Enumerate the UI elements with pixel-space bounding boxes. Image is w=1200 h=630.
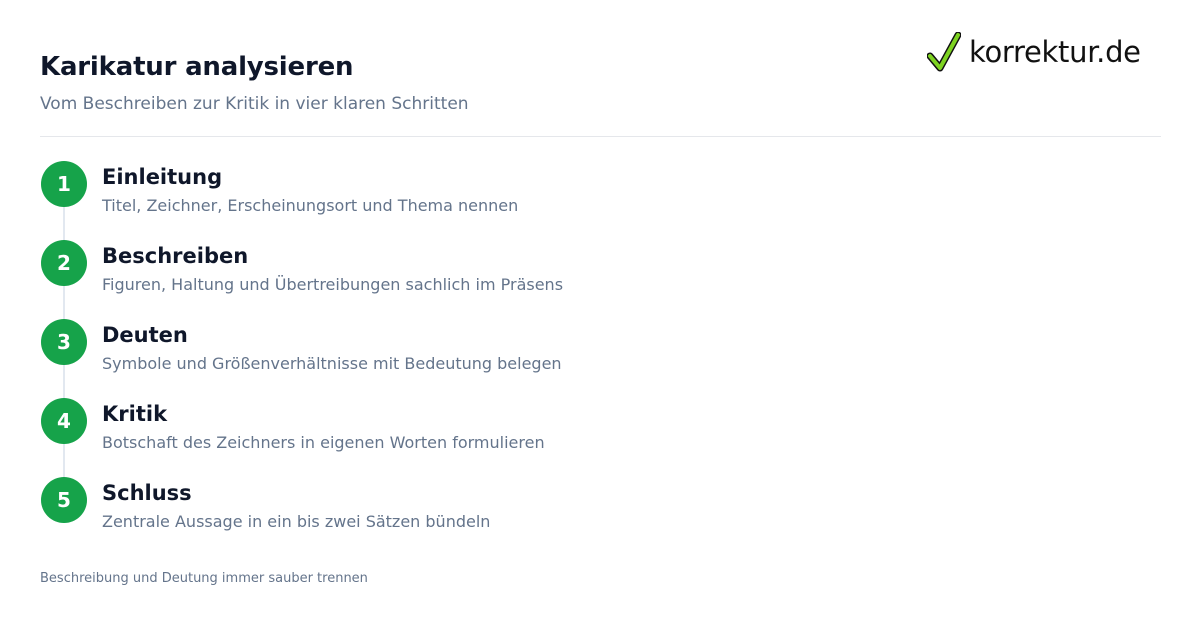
step-description: Figuren, Haltung und Übertreibungen sach… [102, 275, 564, 294]
page-title: Karikatur analysieren [40, 52, 354, 82]
step-description: Zentrale Aussage in ein bis zwei Sätzen … [102, 512, 491, 531]
step-title: Schluss [102, 481, 192, 505]
step-3: 3 Deuten Symbole und Größenverhältnisse … [40, 319, 1140, 383]
step-title: Deuten [102, 323, 188, 347]
step-title: Kritik [102, 402, 168, 426]
step-number-badge: 2 [41, 240, 87, 286]
page-subtitle: Vom Beschreiben zur Kritik in vier klare… [40, 94, 469, 114]
step-number-badge: 4 [41, 398, 87, 444]
brand-name: korrektur.de [969, 35, 1141, 69]
step-title: Beschreiben [102, 244, 249, 268]
footer-note: Beschreibung und Deutung immer sauber tr… [40, 571, 368, 586]
brand-logo[interactable]: korrektur.de [927, 30, 1141, 74]
step-description: Symbole und Größenverhältnisse mit Bedeu… [102, 354, 562, 373]
step-title: Einleitung [102, 165, 223, 189]
step-number-badge: 5 [41, 477, 87, 523]
header: Karikatur analysieren Vom Beschreiben zu… [40, 50, 469, 116]
step-number-badge: 3 [41, 319, 87, 365]
step-2: 2 Beschreiben Figuren, Haltung und Übert… [40, 240, 1140, 304]
step-5: 5 Schluss Zentrale Aussage in ein bis zw… [40, 477, 1140, 541]
step-1: 1 Einleitung Titel, Zeichner, Erscheinun… [40, 161, 1140, 225]
page: Karikatur analysieren Vom Beschreiben zu… [0, 0, 1200, 630]
header-divider [40, 136, 1161, 137]
step-description: Titel, Zeichner, Erscheinungsort und The… [102, 196, 519, 215]
checkmark-icon [927, 32, 961, 72]
step-description: Botschaft des Zeichners in eigenen Worte… [102, 433, 545, 452]
step-4: 4 Kritik Botschaft des Zeichners in eige… [40, 398, 1140, 462]
step-number-badge: 1 [41, 161, 87, 207]
